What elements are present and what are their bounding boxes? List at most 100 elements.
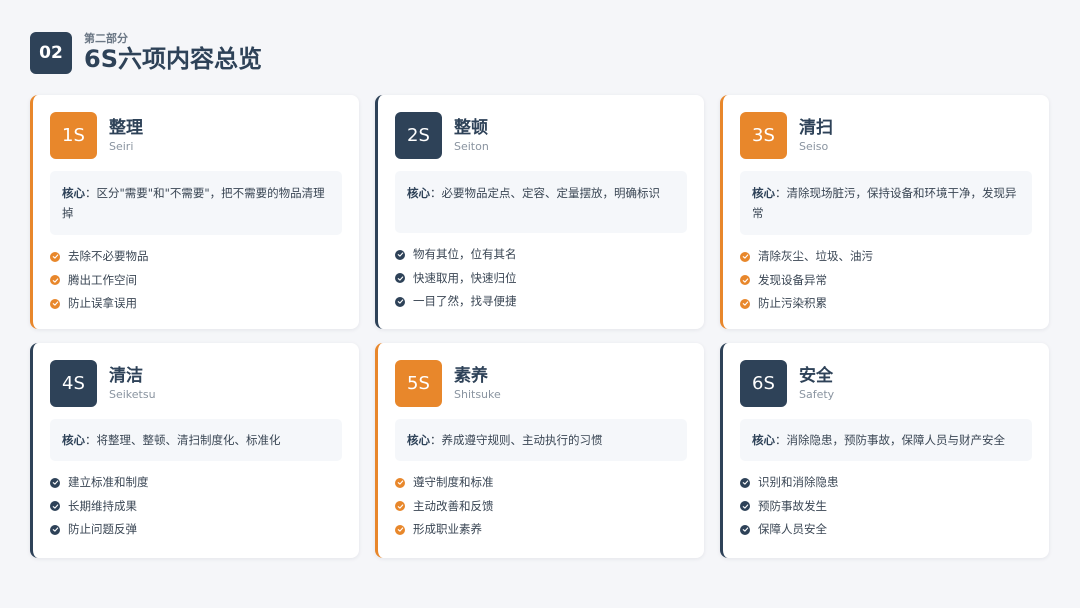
title-group: 第二部分 6S六项内容总览 (84, 32, 262, 74)
point-item: 主动改善和反馈 (395, 495, 687, 519)
card-title-group: 清洁 Seiketsu (109, 365, 156, 403)
point-text: 建立标准和制度 (68, 475, 149, 489)
card-title: 整顿 (454, 117, 488, 138)
point-item: 物有其位，位有其名 (395, 243, 687, 267)
card-header: 4S 清洁 Seiketsu (50, 360, 342, 407)
check-circle-icon (50, 275, 60, 286)
card-title-group: 素养 Shitsuke (454, 365, 501, 403)
core-text: ：将整理、整顿、清扫制度化、标准化 (85, 433, 281, 447)
point-item: 保障人员安全 (740, 518, 1032, 542)
card-header: 1S 整理 Seiri (50, 112, 342, 159)
card-title-group: 安全 Safety (799, 365, 834, 403)
card-6s: 6S 安全 Safety 核心：消除隐患，预防事故，保障人员与财产安全 识别和消… (720, 343, 1049, 558)
check-circle-icon (740, 501, 750, 512)
check-circle-icon (395, 477, 405, 488)
page-header: 02 第二部分 6S六项内容总览 (30, 32, 262, 74)
point-text: 发现设备异常 (758, 272, 827, 287)
core-label: 核心 (62, 186, 85, 200)
point-text: 防止误拿误用 (68, 296, 137, 310)
point-text: 形成职业素养 (413, 522, 482, 536)
points-list: 建立标准和制度 长期维持成果 防止问题反弹 (50, 471, 342, 542)
card-romaji: Seiketsu (109, 387, 156, 401)
check-circle-icon (395, 296, 405, 307)
point-text: 物有其位，位有其名 (413, 247, 517, 261)
point-text: 清除灰尘、垃圾、油污 (758, 249, 873, 263)
core-text: ：清除现场脏污，保持设备和环境干净，发现异常 (752, 186, 1017, 220)
point-text: 防止污染积累 (758, 296, 827, 310)
point-item: 长期维持成果 (50, 495, 342, 519)
core-text: ：养成遵守规则、主动执行的习惯 (430, 433, 603, 447)
point-text: 腾出工作空间 (68, 272, 137, 287)
point-text: 保障人员安全 (758, 522, 827, 536)
card-romaji: Safety (799, 387, 835, 401)
card-5s: 5S 素养 Shitsuke 核心：养成遵守规则、主动执行的习惯 遵守制度和标准… (375, 343, 704, 558)
card-title-group: 清扫 Seiso (799, 117, 833, 155)
card-title: 清扫 (799, 117, 833, 138)
point-item: 预防事故发生 (740, 495, 1032, 519)
points-list: 清除灰尘、垃圾、油污 发现设备异常 防止污染积累 (740, 245, 1032, 316)
check-circle-icon (50, 524, 60, 535)
card-romaji: Seiri (109, 139, 134, 153)
card-3s: 3S 清扫 Seiso 核心：清除现场脏污，保持设备和环境干净，发现异常 清除灰… (720, 95, 1049, 329)
core-label: 核心 (62, 433, 85, 447)
check-circle-icon (740, 298, 750, 309)
core-label: 核心 (407, 186, 430, 200)
point-item: 遵守制度和标准 (395, 471, 687, 495)
check-circle-icon (50, 477, 60, 488)
point-item: 防止污染积累 (740, 292, 1032, 316)
core-box: 核心：养成遵守规则、主动执行的习惯 (395, 419, 687, 461)
card-badge: 6S (740, 360, 787, 407)
card-badge: 4S (50, 360, 97, 407)
card-romaji: Shitsuke (454, 387, 501, 401)
check-circle-icon (740, 524, 750, 535)
section-label: 第二部分 (84, 32, 128, 45)
card-badge: 3S (740, 112, 787, 159)
check-circle-icon (50, 501, 60, 512)
core-box: 核心：将整理、整顿、清扫制度化、标准化 (50, 419, 342, 461)
point-item: 腾出工作空间 (50, 269, 342, 293)
point-item: 发现设备异常 (740, 269, 1032, 293)
cards-grid: 1S 整理 Seiri 核心：区分"需要"和"不需要"，把不需要的物品清理掉 去… (30, 95, 1049, 558)
core-box: 核心：必要物品定点、定容、定量摆放，明确标识 (395, 171, 687, 233)
check-circle-icon (740, 477, 750, 488)
point-text: 主动改善和反馈 (413, 498, 494, 513)
point-text: 防止问题反弹 (68, 522, 137, 536)
point-text: 一目了然，找寻便捷 (413, 294, 517, 308)
card-title: 清洁 (109, 365, 143, 386)
card-romaji: Seiso (799, 139, 829, 153)
point-item: 去除不必要物品 (50, 245, 342, 269)
card-4s: 4S 清洁 Seiketsu 核心：将整理、整顿、清扫制度化、标准化 建立标准和… (30, 343, 359, 558)
point-item: 识别和消除隐患 (740, 471, 1032, 495)
card-badge: 5S (395, 360, 442, 407)
point-item: 清除灰尘、垃圾、油污 (740, 245, 1032, 269)
card-header: 3S 清扫 Seiso (740, 112, 1032, 159)
card-badge: 2S (395, 112, 442, 159)
card-title-group: 整理 Seiri (109, 117, 143, 155)
check-circle-icon (395, 524, 405, 535)
card-header: 2S 整顿 Seiton (395, 112, 687, 159)
card-romaji: Seiton (454, 139, 489, 153)
point-text: 遵守制度和标准 (413, 475, 494, 489)
page-title: 6S六项内容总览 (84, 45, 262, 73)
card-title: 整理 (109, 117, 143, 138)
point-text: 识别和消除隐患 (758, 475, 839, 489)
point-item: 建立标准和制度 (50, 471, 342, 495)
core-text: ：区分"需要"和"不需要"，把不需要的物品清理掉 (62, 186, 325, 220)
point-item: 形成职业素养 (395, 518, 687, 542)
card-badge: 1S (50, 112, 97, 159)
core-box: 核心：区分"需要"和"不需要"，把不需要的物品清理掉 (50, 171, 342, 235)
points-list: 遵守制度和标准 主动改善和反馈 形成职业素养 (395, 471, 687, 542)
check-circle-icon (740, 251, 750, 262)
card-header: 6S 安全 Safety (740, 360, 1032, 407)
card-title: 素养 (454, 365, 488, 386)
core-box: 核心：消除隐患，预防事故，保障人员与财产安全 (740, 419, 1032, 461)
point-text: 预防事故发生 (758, 498, 827, 513)
point-text: 快速取用，快速归位 (413, 270, 517, 285)
point-item: 快速取用，快速归位 (395, 267, 687, 291)
points-list: 物有其位，位有其名 快速取用，快速归位 一目了然，找寻便捷 (395, 243, 687, 314)
core-text: ：消除隐患，预防事故，保障人员与财产安全 (775, 433, 1005, 447)
point-text: 去除不必要物品 (68, 249, 149, 263)
card-title-group: 整顿 Seiton (454, 117, 489, 155)
core-box: 核心：清除现场脏污，保持设备和环境干净，发现异常 (740, 171, 1032, 235)
core-label: 核心 (407, 433, 430, 447)
